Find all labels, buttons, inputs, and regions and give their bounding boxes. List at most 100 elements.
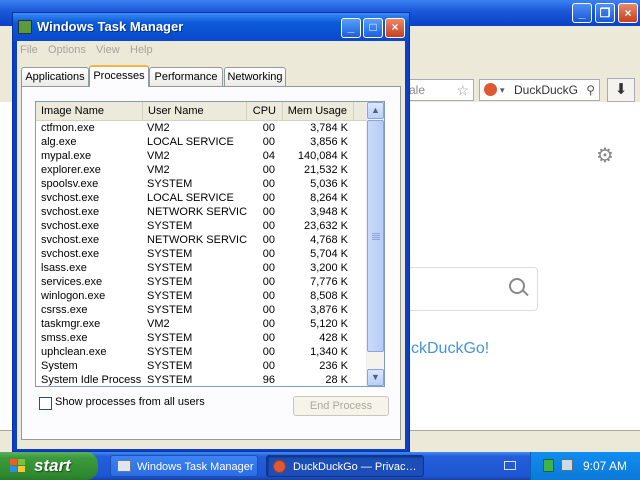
end-process-button[interactable]: End Process: [293, 396, 389, 416]
tab-networking[interactable]: Networking: [224, 67, 286, 86]
table-row[interactable]: uphclean.exe SYSTEM 00 1,340 K: [36, 345, 368, 359]
table-row[interactable]: services.exe SYSTEM 00 7,776 K: [36, 275, 368, 289]
search-icon[interactable]: ⚲: [586, 80, 595, 100]
table-row[interactable]: svchost.exe LOCAL SERVICE 00 8,264 K: [36, 191, 368, 205]
tab-applications[interactable]: Applications: [21, 67, 89, 86]
taskbar-item-task-manager[interactable]: Windows Task Manager: [110, 455, 258, 477]
tab-processes[interactable]: Processes: [89, 65, 149, 87]
table-row[interactable]: alg.exe LOCAL SERVICE 00 3,856 K: [36, 135, 368, 149]
process-image-name: svchost.exe: [41, 248, 100, 260]
minimize-button[interactable]: _: [341, 18, 361, 38]
table-row[interactable]: svchost.exe SYSTEM 00 23,632 K: [36, 219, 368, 233]
table-row[interactable]: svchost.exe SYSTEM 00 5,704 K: [36, 247, 368, 261]
table-row[interactable]: csrss.exe SYSTEM 00 3,876 K: [36, 303, 368, 317]
process-mem-usage: 140,084 K: [297, 150, 348, 162]
process-cpu: 00: [262, 262, 275, 274]
process-mem-usage: 5,704 K: [310, 248, 348, 260]
taskbar-item-browser[interactable]: DuckDuckGo — Privac…: [266, 455, 424, 477]
download-icon[interactable]: ⬇: [607, 78, 635, 102]
process-list[interactable]: Image Name User Name CPU Mem Usage ctfmo…: [35, 101, 385, 387]
table-row[interactable]: ctfmon.exe VM2 00 3,784 K: [36, 121, 368, 135]
table-row[interactable]: mypal.exe VM2 04 140,084 K: [36, 149, 368, 163]
process-image-name: mypal.exe: [41, 150, 92, 162]
column-mem-usage[interactable]: Mem Usage: [283, 102, 354, 120]
close-button[interactable]: ×: [385, 18, 405, 38]
scroll-down-button[interactable]: ▼: [367, 369, 384, 386]
show-all-users-checkbox[interactable]: [39, 397, 52, 410]
process-cpu: 00: [262, 234, 275, 246]
duckduckgo-logo-icon: [484, 83, 497, 96]
process-image-name: System: [41, 360, 78, 372]
tab-performance[interactable]: Performance: [149, 67, 223, 86]
process-cpu: 00: [262, 220, 275, 232]
table-row[interactable]: explorer.exe VM2 00 21,532 K: [36, 163, 368, 177]
table-row[interactable]: smss.exe SYSTEM 00 428 K: [36, 331, 368, 345]
show-all-users-label[interactable]: Show processes from all users: [55, 396, 205, 408]
search-icon[interactable]: [509, 278, 525, 294]
process-image-name: svchost.exe: [41, 192, 100, 204]
process-mem-usage: 8,264 K: [310, 192, 348, 204]
browser-maximize-button[interactable]: ❐: [595, 3, 615, 23]
menu-options[interactable]: Options: [48, 44, 86, 56]
browser-search-field[interactable]: ▾ DuckDuckG ⚲: [479, 79, 600, 101]
engine-dropdown-icon[interactable]: ▾: [500, 80, 505, 100]
task-manager-icon: [117, 460, 131, 472]
table-row[interactable]: taskmgr.exe VM2 00 5,120 K: [36, 317, 368, 331]
process-mem-usage: 3,856 K: [310, 136, 348, 148]
vertical-scrollbar[interactable]: ▲ ▼: [366, 102, 384, 386]
process-mem-usage: 3,876 K: [310, 304, 348, 316]
browser-close-button[interactable]: ×: [618, 3, 638, 23]
taskbar-item-label: Windows Task Manager: [137, 461, 254, 473]
process-mem-usage: 3,948 K: [310, 206, 348, 218]
process-mem-usage: 28 K: [325, 374, 348, 386]
process-cpu: 00: [262, 290, 275, 302]
process-image-name: uphclean.exe: [41, 346, 107, 358]
table-row[interactable]: lsass.exe SYSTEM 00 3,200 K: [36, 261, 368, 275]
task-manager-titlebar[interactable]: Windows Task Manager _ □ ×: [13, 13, 409, 41]
clock[interactable]: 9:07 AM: [583, 452, 627, 480]
table-row[interactable]: svchost.exe NETWORK SERVICE 00 4,768 K: [36, 233, 368, 247]
table-row[interactable]: winlogon.exe SYSTEM 00 8,508 K: [36, 289, 368, 303]
start-button[interactable]: start: [0, 452, 98, 480]
process-image-name: svchost.exe: [41, 206, 100, 218]
process-user-name: SYSTEM: [147, 346, 193, 358]
duckduckgo-logo-icon: [273, 460, 286, 473]
process-user-name: SYSTEM: [147, 290, 193, 302]
scroll-thumb[interactable]: [367, 120, 384, 352]
menu-help[interactable]: Help: [130, 44, 153, 56]
table-row[interactable]: spoolsv.exe SYSTEM 00 5,036 K: [36, 177, 368, 191]
process-user-name: LOCAL SERVICE: [147, 136, 234, 148]
process-image-name: lsass.exe: [41, 262, 87, 274]
keyboard-icon[interactable]: [504, 461, 516, 470]
table-row[interactable]: System Idle Process SYSTEM 96 28 K: [36, 373, 368, 386]
process-user-name: SYSTEM: [147, 220, 193, 232]
process-mem-usage: 236 K: [319, 360, 348, 372]
process-image-name: System Idle Process: [41, 374, 141, 386]
process-mem-usage: 7,776 K: [310, 276, 348, 288]
process-cpu: 00: [262, 318, 275, 330]
column-user-name[interactable]: User Name: [143, 102, 247, 120]
process-cpu: 00: [262, 304, 275, 316]
table-row[interactable]: System SYSTEM 00 236 K: [36, 359, 368, 373]
process-cpu: 00: [262, 346, 275, 358]
start-label: start: [34, 456, 71, 475]
table-row[interactable]: svchost.exe NETWORK SERVICE 00 3,948 K: [36, 205, 368, 219]
process-cpu: 00: [262, 248, 275, 260]
menu-view[interactable]: View: [96, 44, 120, 56]
bookmark-star-icon[interactable]: ☆: [456, 80, 469, 100]
process-mem-usage: 1,340 K: [310, 346, 348, 358]
task-manager-window: Windows Task Manager _ □ × File Options …: [12, 12, 410, 452]
process-mem-usage: 5,120 K: [310, 318, 348, 330]
process-user-name: LOCAL SERVICE: [147, 192, 234, 204]
network-icon[interactable]: [561, 459, 573, 471]
scroll-up-button[interactable]: ▲: [367, 102, 384, 119]
browser-minimize-button[interactable]: _: [572, 3, 592, 23]
column-image-name[interactable]: Image Name: [36, 102, 143, 120]
column-cpu[interactable]: CPU: [247, 102, 283, 120]
process-image-name: spoolsv.exe: [41, 178, 99, 190]
taskbar: start Windows Task Manager DuckDuckGo — …: [0, 452, 640, 480]
tray-app-icon[interactable]: [543, 459, 554, 472]
gear-icon[interactable]: ⚙: [596, 143, 614, 168]
maximize-button[interactable]: □: [363, 18, 383, 38]
menu-file[interactable]: File: [20, 44, 38, 56]
